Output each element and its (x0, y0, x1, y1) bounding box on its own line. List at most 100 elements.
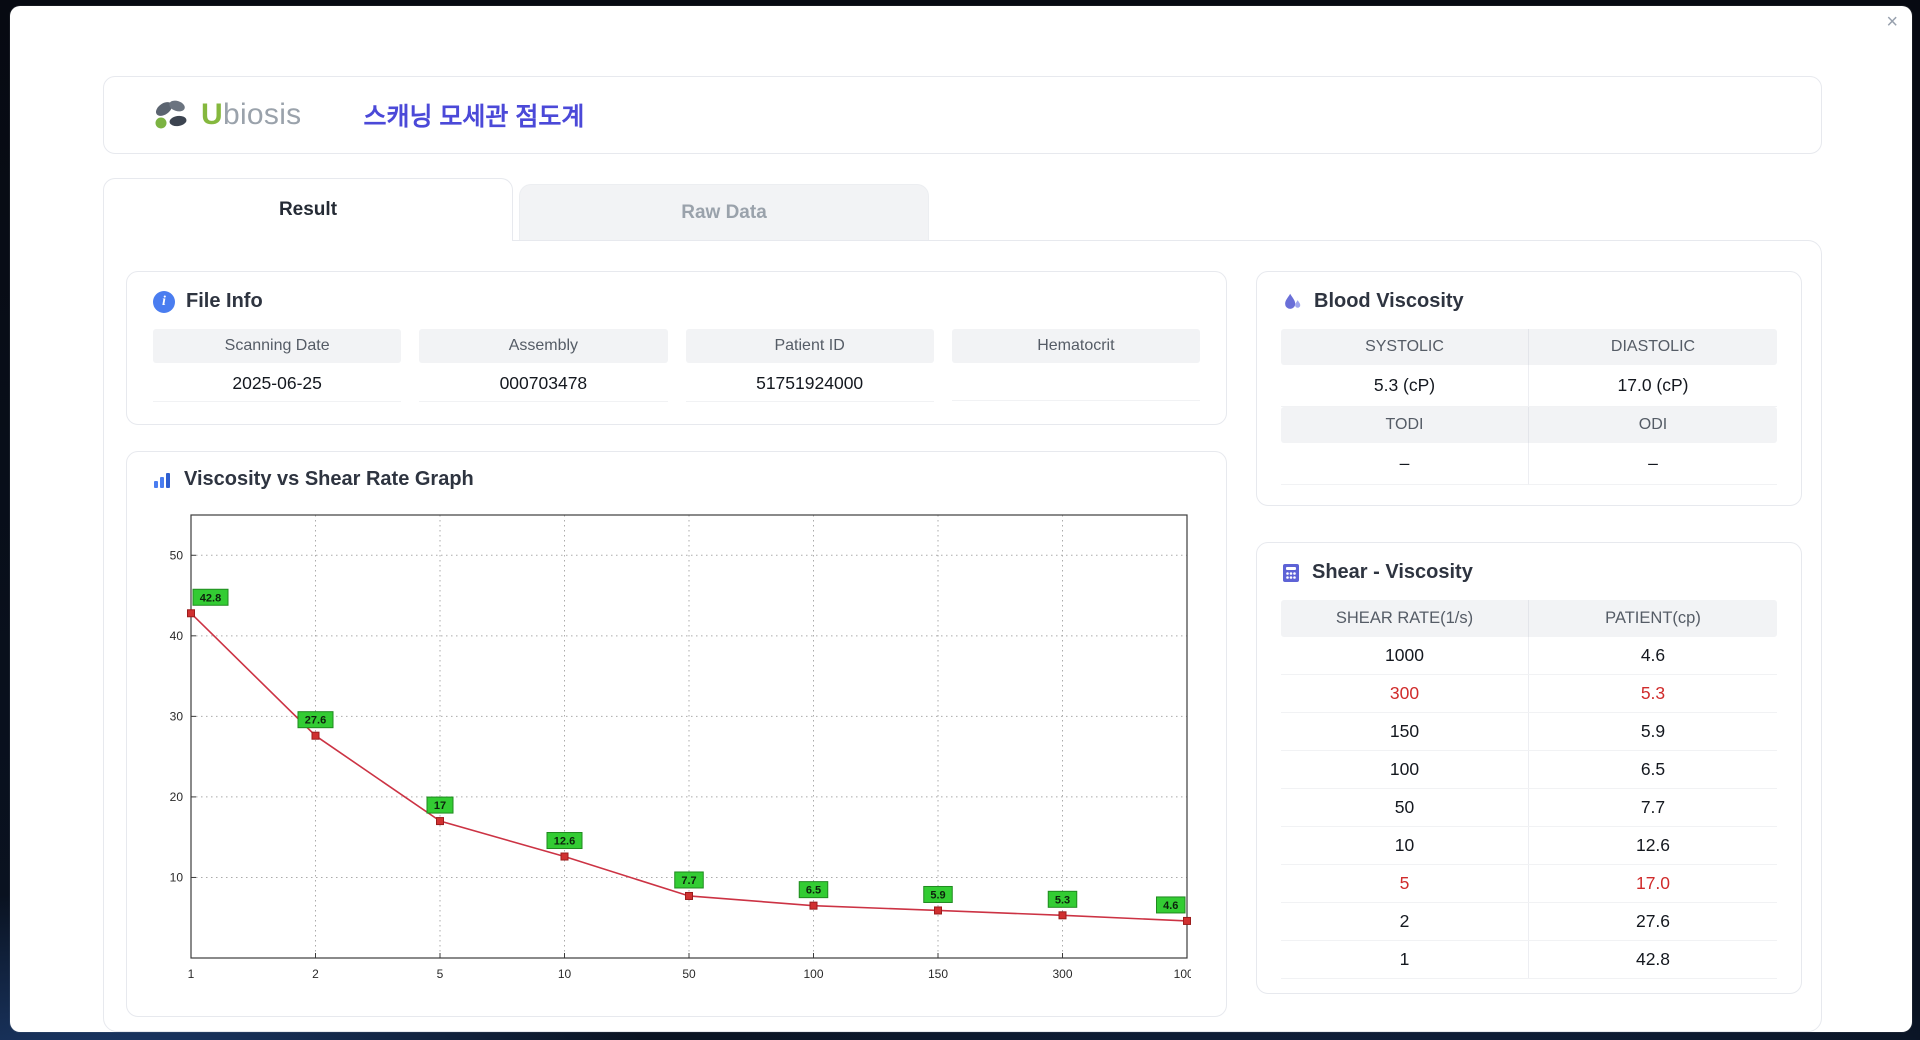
field-value: 2025-06-25 (153, 363, 402, 402)
droplet-icon (1285, 293, 1301, 309)
svg-text:6.5: 6.5 (806, 885, 821, 897)
value-cell: – (1281, 443, 1529, 485)
file-info-title: File Info (186, 290, 263, 312)
table-row: 1 42.8 (1281, 941, 1777, 979)
shear-table-header: SHEAR RATE(1/s) PATIENT(cp) (1281, 600, 1777, 637)
tab-bar: Result Raw Data (103, 178, 1822, 241)
field-label: Hematocrit (951, 329, 1200, 363)
field-value: 000703478 (419, 363, 668, 402)
shear-rate-cell: 1000 (1281, 637, 1529, 674)
svg-text:5.9: 5.9 (930, 889, 945, 901)
table-row: 1000 4.6 (1281, 637, 1777, 675)
ubiosis-logo: Ubiosis (150, 97, 301, 133)
shear-rate-cell: 1 (1281, 941, 1529, 978)
svg-text:1000: 1000 (1174, 967, 1191, 981)
window-content: Ubiosis 스캐닝 모세관 점도계 Result Raw Data i Fi… (10, 6, 1912, 1032)
logo-letter-u: U (201, 98, 223, 131)
table-row: 150 5.9 (1281, 713, 1777, 751)
svg-text:300: 300 (1052, 967, 1072, 981)
file-info-field: Scanning Date 2025-06-25 (153, 329, 402, 402)
column-header: SYSTOLIC (1281, 329, 1529, 365)
calculator-icon (1283, 563, 1299, 582)
page-title: 스캐닝 모세관 점도계 (363, 103, 585, 131)
shear-viscosity-table: SHEAR RATE(1/s) PATIENT(cp) 1000 4.6 300 5.… (1281, 600, 1777, 979)
blood-viscosity-title: Blood Viscosity (1314, 290, 1464, 312)
file-info-fields: Scanning Date 2025-06-25 Assembly 000703478… (153, 329, 1200, 402)
field-value: 51751924000 (685, 363, 934, 402)
viscosity-chart: 10 20 30 40 50 1 2 5 10 50 100 150 300 1000 42.8 27.6 17… (151, 503, 1206, 1008)
graph-header: Viscosity vs Shear Rate Graph (151, 468, 1206, 491)
patient-cell: 5.9 (1640, 721, 1666, 741)
field-label: Patient ID (685, 329, 934, 363)
field-label: Assembly (419, 329, 668, 363)
bar-chart-icon (154, 472, 170, 488)
svg-text:5: 5 (437, 967, 444, 981)
svg-text:10: 10 (170, 870, 184, 884)
shear-table-body: 1000 4.6 300 5.3 150 5.9 100 6.5 50 7.7 10 12.6 5 17.… (1281, 637, 1777, 979)
shear-rate-cell: 100 (1281, 751, 1529, 788)
field-value (951, 363, 1200, 401)
app-window: × Ubiosis 스캐닝 모세관 점도계 Result Raw Data i … (10, 6, 1912, 1032)
table-row: 10 12.6 (1281, 827, 1777, 865)
file-info-field: Assembly 000703478 (419, 329, 668, 402)
blood-viscosity-value-row: – – (1281, 443, 1777, 485)
svg-text:150: 150 (928, 967, 948, 981)
app-header: Ubiosis 스캐닝 모세관 점도계 (103, 76, 1822, 154)
info-icon: i (153, 290, 175, 313)
shear-viscosity-header: Shear - Viscosity (1281, 561, 1777, 584)
table-row: 100 6.5 (1281, 751, 1777, 789)
shear-rate-cell: 50 (1281, 789, 1529, 826)
svg-text:17: 17 (434, 800, 446, 812)
value-cell: 5.3 (cP) (1281, 365, 1529, 407)
graph-title: Viscosity vs Shear Rate Graph (184, 468, 474, 490)
svg-text:1: 1 (188, 967, 195, 981)
value-cell: 17.0 (cP) (1529, 365, 1777, 407)
patient-cell: 42.8 (1635, 949, 1671, 969)
graph-card: Viscosity vs Shear Rate Graph 10 20 30 40 50… (126, 451, 1227, 1017)
chart-svg: 10 20 30 40 50 1 2 5 10 50 100 150 300 1000 42.8 27.6 17… (170, 514, 1201, 981)
shear-viscosity-card: Shear - Viscosity SHEAR RATE(1/s) PATIEN… (1256, 542, 1802, 994)
shear-rate-cell: 2 (1281, 903, 1529, 940)
right-column: Blood Viscosity SYSTOLIC DIASTOLIC 5.3 (cP… (1256, 271, 1802, 994)
table-row: 50 7.7 (1281, 789, 1777, 827)
file-info-field: Patient ID 51751924000 (685, 329, 934, 402)
svg-text:50: 50 (170, 548, 184, 562)
tab-result[interactable]: Result (103, 178, 513, 241)
blood-viscosity-card: Blood Viscosity SYSTOLIC DIASTOLIC 5.3 (cP… (1256, 271, 1802, 506)
logo-letters-rest: biosis (222, 98, 302, 131)
patient-cell: 4.6 (1640, 645, 1666, 665)
patient-cell: 5.3 (1640, 683, 1666, 703)
shear-rate-cell: 300 (1281, 675, 1529, 712)
column-header-patient: PATIENT(cp) (1529, 600, 1777, 637)
svg-text:40: 40 (170, 629, 184, 643)
tab-raw-data[interactable]: Raw Data (519, 184, 929, 240)
table-row: 5 17.0 (1281, 865, 1777, 903)
svg-text:27.6: 27.6 (305, 715, 326, 727)
svg-text:100: 100 (803, 967, 823, 981)
shear-rate-cell: 5 (1281, 865, 1529, 902)
blood-viscosity-value-row: 5.3 (cP) 17.0 (cP) (1281, 365, 1777, 407)
shear-rate-cell: 10 (1281, 827, 1529, 864)
svg-text:50: 50 (682, 967, 696, 981)
column-header: ODI (1529, 407, 1777, 443)
patient-cell: 27.6 (1635, 911, 1671, 931)
value-cell: – (1529, 443, 1777, 485)
logo-leaf-icon (155, 100, 187, 129)
left-column: i File Info Scanning Date 2025-06-25 Assem… (126, 271, 1227, 1017)
field-label: Scanning Date (153, 329, 402, 363)
file-info-field: Hematocrit (951, 329, 1200, 402)
blood-viscosity-header: Blood Viscosity (1281, 290, 1777, 313)
file-info-header: i File Info (153, 290, 1200, 313)
patient-cell: 7.7 (1640, 797, 1666, 817)
svg-text:30: 30 (170, 709, 184, 723)
logo-wordmark: Ubiosis (201, 98, 301, 132)
shear-rate-cell: 150 (1281, 713, 1529, 750)
column-header: TODI (1281, 407, 1529, 443)
patient-cell: 6.5 (1640, 759, 1666, 779)
close-icon[interactable]: × (1886, 8, 1898, 36)
blood-viscosity-table: SYSTOLIC DIASTOLIC 5.3 (cP) 17.0 (cP) TODI OD… (1281, 329, 1777, 485)
table-row: 2 27.6 (1281, 903, 1777, 941)
svg-text:5.3: 5.3 (1055, 894, 1070, 906)
svg-text:4.6: 4.6 (1163, 900, 1178, 912)
svg-text:42.8: 42.8 (200, 592, 221, 604)
